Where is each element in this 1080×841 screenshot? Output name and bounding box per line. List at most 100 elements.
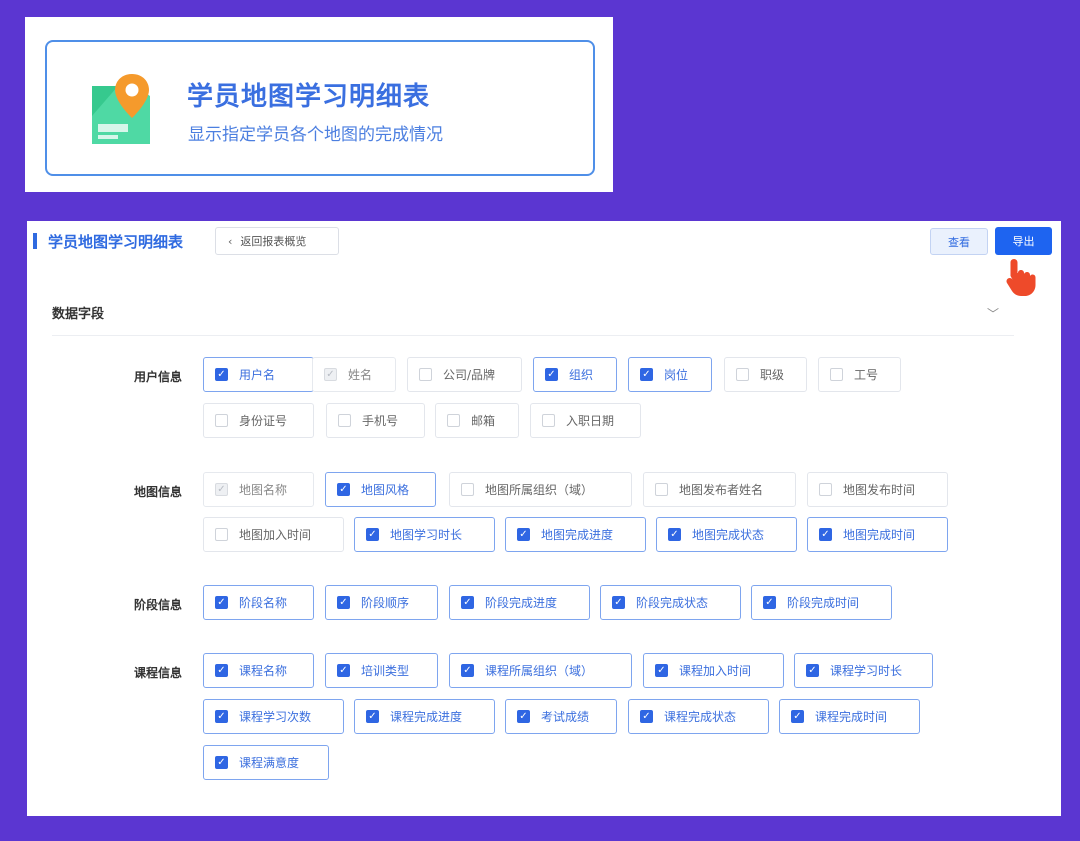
field-checkbox[interactable]: ✓ 阶段完成进度 xyxy=(449,585,590,620)
field-label: 阶段完成状态 xyxy=(636,596,709,610)
field-label: 课程完成进度 xyxy=(390,710,463,724)
checkbox-empty-icon xyxy=(819,483,832,496)
checkmark-icon: ✓ xyxy=(461,664,474,677)
checkmark-icon: ✓ xyxy=(819,528,832,541)
field-label: 阶段名称 xyxy=(239,596,288,610)
report-card[interactable]: 学员地图学习明细表 显示指定学员各个地图的完成情况 xyxy=(45,40,595,176)
export-button[interactable]: 导出 xyxy=(995,227,1052,255)
field-checkbox[interactable]: ✓ 课程所属组织（域） xyxy=(449,653,632,688)
checkmark-icon: ✓ xyxy=(215,664,228,677)
field-checkbox[interactable]: ✓ 课程完成时间 xyxy=(779,699,920,734)
field-checkbox[interactable]: ✓ 阶段顺序 xyxy=(325,585,438,620)
map-pin-icon xyxy=(92,74,150,144)
field-label: 地图风格 xyxy=(361,483,410,497)
field-checkbox[interactable]: ✓ 地图风格 xyxy=(325,472,436,507)
field-checkbox[interactable]: ✓ 地图完成状态 xyxy=(656,517,797,552)
field-label: 组织 xyxy=(569,368,594,382)
checkmark-icon: ✓ xyxy=(461,596,474,609)
field-checkbox[interactable]: ✓ 课程完成进度 xyxy=(354,699,495,734)
field-checkbox[interactable]: 地图所属组织（域） xyxy=(449,472,632,507)
field-checkbox[interactable]: 地图发布者姓名 xyxy=(643,472,796,507)
field-label: 课程所属组织（域） xyxy=(485,664,594,678)
field-checkbox[interactable]: 职级 xyxy=(724,357,807,392)
field-label: 阶段完成时间 xyxy=(787,596,860,610)
field-label: 职级 xyxy=(760,368,785,382)
checkmark-icon: ✓ xyxy=(806,664,819,677)
checkmark-icon: ✓ xyxy=(215,710,228,723)
field-checkbox[interactable]: 手机号 xyxy=(326,403,425,438)
checkmark-icon: ✓ xyxy=(337,664,350,677)
checkmark-icon: ✓ xyxy=(545,368,558,381)
field-checkbox[interactable]: ✓ 考试成绩 xyxy=(505,699,617,734)
checkmark-icon: ✓ xyxy=(215,483,228,496)
field-checkbox[interactable]: ✓ 课程加入时间 xyxy=(643,653,784,688)
field-label: 课程学习次数 xyxy=(239,710,312,724)
checkmark-icon: ✓ xyxy=(517,528,530,541)
field-checkbox[interactable]: ✓ 课程满意度 xyxy=(203,745,329,780)
back-button-label: 返回报表概览 xyxy=(240,235,307,248)
checkmark-icon: ✓ xyxy=(366,710,379,723)
field-label: 用户名 xyxy=(239,368,276,382)
field-label: 姓名 xyxy=(348,368,373,382)
field-group-label: 阶段信息 xyxy=(134,598,183,612)
field-label: 地图完成进度 xyxy=(541,528,614,542)
field-group-label: 地图信息 xyxy=(134,485,183,499)
field-label: 岗位 xyxy=(664,368,689,382)
field-label: 地图完成状态 xyxy=(692,528,765,542)
field-checkbox[interactable]: ✓ 地图学习时长 xyxy=(354,517,495,552)
field-label: 课程加入时间 xyxy=(679,664,752,678)
field-checkbox[interactable]: ✓ 阶段完成状态 xyxy=(600,585,741,620)
view-button[interactable]: 查看 xyxy=(930,228,988,255)
field-checkbox[interactable]: 工号 xyxy=(818,357,901,392)
divider xyxy=(52,335,1014,336)
checkbox-empty-icon xyxy=(215,414,228,427)
field-checkbox[interactable]: ✓ 用户名 xyxy=(203,357,314,392)
field-label: 公司/品牌 xyxy=(443,368,496,382)
checkbox-empty-icon xyxy=(542,414,555,427)
field-checkbox[interactable]: ✓ 课程名称 xyxy=(203,653,314,688)
field-checkbox[interactable]: ✓ 培训类型 xyxy=(325,653,438,688)
field-checkbox[interactable]: ✓ 课程学习时长 xyxy=(794,653,933,688)
field-label: 地图名称 xyxy=(239,483,288,497)
field-checkbox[interactable]: 入职日期 xyxy=(530,403,641,438)
title-accent-bar xyxy=(33,233,37,249)
export-button-label: 导出 xyxy=(1012,235,1035,248)
field-checkbox[interactable]: ✓ 阶段完成时间 xyxy=(751,585,892,620)
field-checkbox[interactable]: 身份证号 xyxy=(203,403,314,438)
field-checkbox[interactable]: ✓ 岗位 xyxy=(628,357,712,392)
checkmark-icon: ✓ xyxy=(366,528,379,541)
field-checkbox[interactable]: ✓ 地图完成进度 xyxy=(505,517,646,552)
field-checkbox[interactable]: ✓ 地图完成时间 xyxy=(807,517,948,552)
field-checkbox[interactable]: ✓ 阶段名称 xyxy=(203,585,314,620)
field-label: 考试成绩 xyxy=(541,710,590,724)
field-checkbox[interactable]: 公司/品牌 xyxy=(407,357,522,392)
field-checkbox[interactable]: 地图加入时间 xyxy=(203,517,344,552)
field-checkbox[interactable]: ✓ 课程完成状态 xyxy=(628,699,769,734)
field-label: 地图发布时间 xyxy=(843,483,916,497)
chevron-down-icon[interactable]: ﹀ xyxy=(987,305,999,322)
page-title: 学员地图学习明细表 xyxy=(48,233,184,251)
chevron-left-icon: ‹ xyxy=(228,234,233,248)
field-label: 地图发布者姓名 xyxy=(679,483,764,497)
checkbox-empty-icon xyxy=(736,368,749,381)
field-checkbox[interactable]: 地图发布时间 xyxy=(807,472,948,507)
checkmark-icon: ✓ xyxy=(640,710,653,723)
field-label: 阶段完成进度 xyxy=(485,596,558,610)
field-label: 培训类型 xyxy=(361,664,410,678)
checkbox-empty-icon xyxy=(447,414,460,427)
field-checkbox: ✓ 姓名 xyxy=(312,357,396,392)
checkmark-icon: ✓ xyxy=(324,368,337,381)
back-to-overview-button[interactable]: ‹ 返回报表概览 xyxy=(215,227,339,255)
hand-cursor-icon xyxy=(1006,259,1036,296)
field-checkbox[interactable]: 邮箱 xyxy=(435,403,519,438)
field-label: 地图加入时间 xyxy=(239,528,312,542)
card-subtitle: 显示指定学员各个地图的完成情况 xyxy=(188,125,443,145)
view-button-label: 查看 xyxy=(948,235,970,249)
field-checkbox[interactable]: ✓ 组织 xyxy=(533,357,617,392)
checkbox-empty-icon xyxy=(655,483,668,496)
checkmark-icon: ✓ xyxy=(791,710,804,723)
field-label: 课程名称 xyxy=(239,664,288,678)
field-group-label: 课程信息 xyxy=(134,666,183,680)
field-checkbox: ✓ 地图名称 xyxy=(203,472,314,507)
field-checkbox[interactable]: ✓ 课程学习次数 xyxy=(203,699,344,734)
